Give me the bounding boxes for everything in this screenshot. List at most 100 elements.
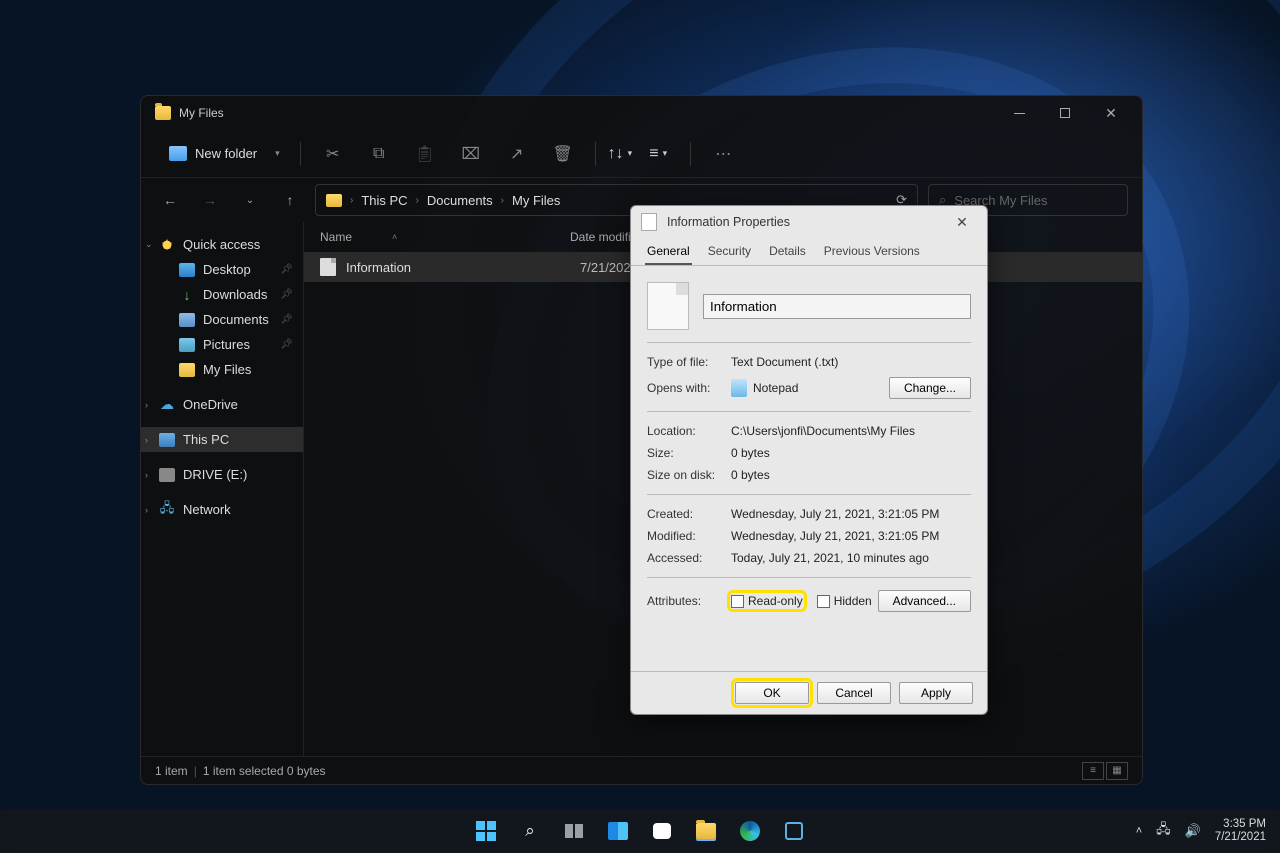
sidebar-item-this-pc[interactable]: ›This PC <box>141 427 303 452</box>
advanced-button[interactable]: Advanced... <box>878 590 971 612</box>
value-accessed: Today, July 21, 2021, 10 minutes ago <box>731 551 929 565</box>
notepad-icon <box>731 379 747 397</box>
sidebar-item-desktop[interactable]: Desktop📌︎ <box>141 257 303 282</box>
filename-input[interactable] <box>703 294 971 319</box>
window-title: My Files <box>179 106 224 120</box>
tab-general[interactable]: General <box>645 238 692 265</box>
close-button[interactable]: ✕ <box>1088 97 1134 129</box>
network-tray-icon[interactable]: 🖧 <box>1156 820 1171 842</box>
col-name[interactable]: Name <box>320 230 352 244</box>
value-type: Text Document (.txt) <box>731 355 838 369</box>
label-created: Created: <box>647 507 731 521</box>
volume-tray-icon[interactable]: 🔊 <box>1185 823 1201 839</box>
label-opens: Opens with: <box>647 381 731 395</box>
ok-button[interactable]: OK <box>735 682 809 704</box>
sidebar-item-downloads[interactable]: ↓Downloads📌︎ <box>141 282 303 307</box>
tab-previous-versions[interactable]: Previous Versions <box>822 238 922 265</box>
document-icon <box>647 282 689 330</box>
chevron-down-icon[interactable]: ▾ <box>275 148 280 159</box>
sidebar-item-onedrive[interactable]: ›☁OneDrive <box>141 392 303 417</box>
label-accessed: Accessed: <box>647 551 731 565</box>
command-bar: New folder ▾ ✂ ⧉ 📋︎ ⌧ ↗ 🗑︎ ↑↓ ▾ ≡ ▾ ⋯ <box>141 130 1142 178</box>
paste-icon[interactable]: 📋︎ <box>405 136 445 172</box>
chat-button[interactable] <box>642 811 682 851</box>
taskbar-clock[interactable]: 3:35 PM 7/21/2021 <box>1215 818 1266 844</box>
copy-icon[interactable]: ⧉ <box>359 136 399 172</box>
up-button[interactable]: ↑ <box>275 192 305 208</box>
desktop-icon <box>179 263 195 277</box>
sidebar-label: Pictures <box>203 337 250 352</box>
sidebar-label: My Files <box>203 362 251 377</box>
folder-icon <box>179 363 195 377</box>
dialog-titlebar[interactable]: Information Properties ✕ <box>631 206 987 238</box>
file-explorer-taskbar[interactable] <box>686 811 726 851</box>
tab-details[interactable]: Details <box>767 238 808 265</box>
sidebar-item-network[interactable]: ›🖧Network <box>141 497 303 522</box>
folder-icon <box>326 194 342 207</box>
label-size-on-disk: Size on disk: <box>647 468 731 482</box>
tab-security[interactable]: Security <box>706 238 753 265</box>
new-folder-icon <box>169 146 187 161</box>
thumbs-view-icon[interactable]: ▦ <box>1106 762 1128 780</box>
status-selected: 1 item selected 0 bytes <box>203 764 326 778</box>
widgets-button[interactable] <box>598 811 638 851</box>
sidebar-item-documents[interactable]: Documents📌︎ <box>141 307 303 332</box>
label-size: Size: <box>647 446 731 460</box>
cancel-button[interactable]: Cancel <box>817 682 891 704</box>
change-button[interactable]: Change... <box>889 377 971 399</box>
forward-button[interactable]: → <box>195 192 225 208</box>
sidebar-item-pictures[interactable]: Pictures 📌︎ <box>141 332 303 357</box>
sidebar-label: Documents <box>203 312 269 327</box>
start-button[interactable] <box>466 811 506 851</box>
label-hidden: Hidden <box>834 594 872 608</box>
dialog-footer: OK Cancel Apply <box>631 671 987 714</box>
sidebar-item-quick-access[interactable]: ⌄ ★ Quick access <box>141 232 303 257</box>
pin-icon: 📌︎ <box>280 339 293 350</box>
view-button[interactable]: ≡ ▾ <box>638 136 678 172</box>
value-size: 0 bytes <box>731 446 770 460</box>
tray-overflow-icon[interactable]: ˄ <box>1136 825 1142 837</box>
share-icon[interactable]: ↗ <box>497 136 537 172</box>
minimize-button[interactable] <box>996 97 1042 129</box>
pin-icon: 📌︎ <box>280 289 293 300</box>
cut-icon[interactable]: ✂ <box>313 136 353 172</box>
store-button[interactable] <box>774 811 814 851</box>
star-icon: ★ <box>159 238 175 252</box>
label-attributes: Attributes: <box>647 594 731 608</box>
sidebar-item-my-files[interactable]: My Files <box>141 357 303 382</box>
breadcrumb-my-files[interactable]: My Files <box>512 193 560 208</box>
checkbox-hidden[interactable]: Hidden <box>817 594 872 608</box>
rename-icon[interactable]: ⌧ <box>451 136 491 172</box>
back-button[interactable]: ← <box>155 192 185 208</box>
recent-chevron-icon[interactable]: ⌄ <box>235 195 265 206</box>
delete-icon[interactable]: 🗑︎ <box>543 136 583 172</box>
sort-button[interactable]: ↑↓ ▾ <box>608 145 633 163</box>
taskbar: ⌕ ˄ 🖧 🔊 3:35 PM 7/21/2021 <box>0 809 1280 853</box>
new-folder-button[interactable]: New folder <box>159 140 267 167</box>
edge-button[interactable] <box>730 811 770 851</box>
pictures-icon <box>179 338 195 352</box>
close-icon[interactable]: ✕ <box>947 214 977 231</box>
clock-date: 7/21/2021 <box>1215 831 1266 844</box>
folder-icon <box>155 106 171 120</box>
sidebar-label: DRIVE (E:) <box>183 467 247 482</box>
checkbox-read-only[interactable]: Read-only <box>731 594 803 608</box>
new-folder-label: New folder <box>195 146 257 161</box>
task-view-button[interactable] <box>554 811 594 851</box>
file-name: Information <box>346 260 580 275</box>
dialog-title: Information Properties <box>667 215 790 229</box>
sidebar-item-drive[interactable]: ›DRIVE (E:) <box>141 462 303 487</box>
network-icon: 🖧 <box>159 503 175 517</box>
search-button[interactable]: ⌕ <box>510 811 550 851</box>
sidebar-label: This PC <box>183 432 229 447</box>
system-tray[interactable]: ˄ 🖧 🔊 3:35 PM 7/21/2021 <box>1136 818 1280 844</box>
breadcrumb-this-pc[interactable]: This PC <box>361 193 407 208</box>
apply-button[interactable]: Apply <box>899 682 973 704</box>
value-size-on-disk: 0 bytes <box>731 468 770 482</box>
breadcrumb-documents[interactable]: Documents <box>427 193 493 208</box>
details-view-icon[interactable]: ≡ <box>1082 762 1104 780</box>
titlebar[interactable]: My Files ✕ <box>141 96 1142 130</box>
more-icon[interactable]: ⋯ <box>703 136 743 172</box>
maximize-button[interactable] <box>1042 97 1088 129</box>
sidebar-label: Network <box>183 502 231 517</box>
